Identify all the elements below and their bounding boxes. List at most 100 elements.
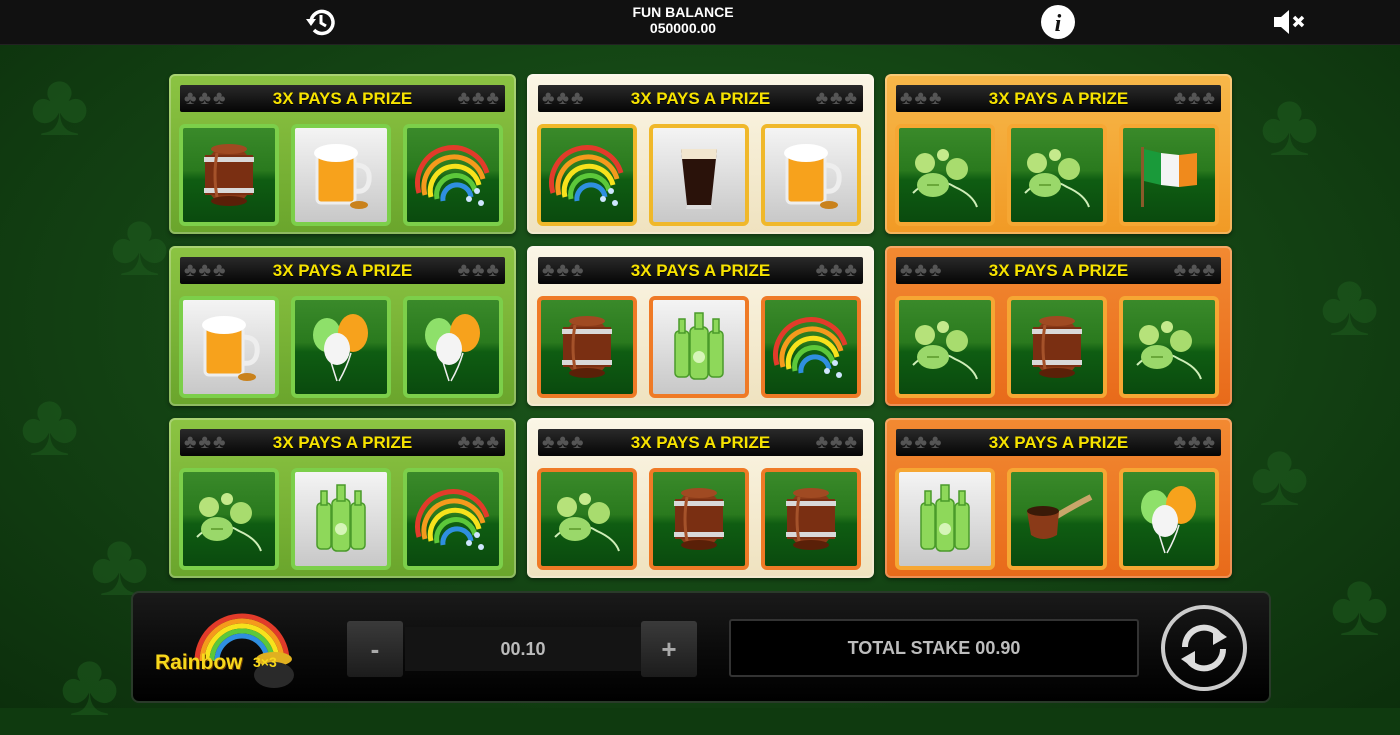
- logo-text: Rainbow: [155, 651, 243, 674]
- mute-icon[interactable]: [1272, 4, 1308, 40]
- pipe-icon: [1027, 494, 1093, 539]
- ticket-banner: ♣♣♣ 3X PAYS A PRIZE ♣♣♣: [896, 257, 1221, 284]
- symbol-cell[interactable]: [649, 296, 749, 398]
- symbol-cell[interactable]: [1119, 124, 1219, 226]
- symbol-cell[interactable]: [537, 468, 637, 570]
- flag-icon: [1141, 147, 1197, 207]
- symbol-cell[interactable]: [761, 124, 861, 226]
- spin-icon: [1181, 624, 1227, 672]
- symbol-cell[interactable]: [291, 296, 391, 398]
- ticket-banner-text: 3X PAYS A PRIZE: [630, 432, 771, 452]
- control-panel: Rainbow 3×3 - 00.10 + TOTAL STAKE 00.90: [131, 591, 1271, 703]
- scratch-ticket[interactable]: ♣♣♣ 3X PAYS A PRIZE ♣♣♣: [169, 246, 516, 406]
- symbol-cell[interactable]: [895, 296, 995, 398]
- clover-decoration: ♣: [1330, 555, 1390, 655]
- history-icon[interactable]: [303, 4, 339, 40]
- symbol-cell[interactable]: [895, 124, 995, 226]
- balloons-icon: [313, 314, 368, 382]
- symbol-cell[interactable]: [761, 468, 861, 570]
- symbol-row: [179, 296, 503, 398]
- symbol-row: [179, 468, 503, 570]
- symbol-row: [895, 124, 1219, 226]
- logo-suffix: 3×3: [253, 654, 277, 670]
- ticket-banner-text: 3X PAYS A PRIZE: [988, 260, 1129, 280]
- bottles-icon: [316, 484, 366, 552]
- symbol-row: [537, 124, 861, 226]
- symbol-cell[interactable]: [1119, 468, 1219, 570]
- balloons-icon: [425, 314, 480, 382]
- clover-decoration: ♣: [20, 375, 80, 475]
- clover-icon: ♣♣♣: [900, 431, 944, 453]
- rainbow-icon: [549, 145, 624, 206]
- play-button[interactable]: [1161, 605, 1247, 691]
- rainbow-icon: [415, 145, 490, 206]
- ticket-banner: ♣♣♣ 3X PAYS A PRIZE ♣♣♣: [896, 429, 1221, 456]
- symbol-cell[interactable]: [1119, 296, 1219, 398]
- top-bar: FUN BALANCE 050000.00 i: [0, 0, 1400, 45]
- symbol-cell[interactable]: [537, 296, 637, 398]
- symbol-cell[interactable]: [1007, 124, 1107, 226]
- clover-decoration: ♣: [60, 635, 120, 735]
- info-icon[interactable]: i: [1040, 4, 1076, 40]
- ticket-banner: ♣♣♣ 3X PAYS A PRIZE ♣♣♣: [538, 85, 863, 112]
- rainbow-icon: [773, 317, 848, 378]
- clover-icon: ♣♣♣: [184, 87, 228, 109]
- barrel-icon: [1032, 316, 1082, 378]
- ticket-banner-text: 3X PAYS A PRIZE: [630, 88, 771, 108]
- clover-icon: ♣♣♣: [184, 431, 228, 453]
- symbol-row: [537, 468, 861, 570]
- clover-icon: ♣♣♣: [542, 87, 586, 109]
- symbol-cell[interactable]: [179, 296, 279, 398]
- barrel-icon: [674, 488, 724, 550]
- clover-icon: ♣♣♣: [542, 431, 586, 453]
- symbol-cell[interactable]: [1007, 296, 1107, 398]
- scratch-ticket[interactable]: ♣♣♣ 3X PAYS A PRIZE ♣♣♣: [169, 418, 516, 578]
- symbol-cell[interactable]: [403, 296, 503, 398]
- ticket-banner: ♣♣♣ 3X PAYS A PRIZE ♣♣♣: [538, 429, 863, 456]
- scratch-ticket[interactable]: ♣♣♣ 3X PAYS A PRIZE ♣♣♣: [885, 74, 1232, 234]
- scratch-ticket[interactable]: ♣♣♣ 3X PAYS A PRIZE ♣♣♣: [527, 246, 874, 406]
- symbol-cell[interactable]: [537, 124, 637, 226]
- ticket-grid: ♣♣♣ 3X PAYS A PRIZE ♣♣♣ ♣♣♣ 3X PAYS A PRIZE ♣…: [169, 74, 1233, 580]
- hops-icon: [1024, 149, 1090, 208]
- clover-icon: ♣♣♣: [457, 87, 501, 109]
- symbol-cell[interactable]: [895, 468, 995, 570]
- symbol-cell[interactable]: [403, 124, 503, 226]
- symbol-cell[interactable]: [291, 124, 391, 226]
- increase-stake-button[interactable]: +: [641, 621, 697, 677]
- scratch-ticket[interactable]: ♣♣♣ 3X PAYS A PRIZE ♣♣♣: [527, 418, 874, 578]
- symbol-cell[interactable]: [1007, 468, 1107, 570]
- scratch-ticket[interactable]: ♣♣♣ 3X PAYS A PRIZE ♣♣♣: [885, 246, 1232, 406]
- clover-decoration: ♣: [1250, 425, 1310, 525]
- balance-value: 050000.00: [649, 20, 717, 36]
- decrease-stake-button[interactable]: -: [347, 621, 403, 677]
- ticket-banner-text: 3X PAYS A PRIZE: [272, 432, 413, 452]
- clover-icon: ♣♣♣: [815, 431, 859, 453]
- clover-icon: ♣♣♣: [900, 87, 944, 109]
- svg-text:i: i: [1055, 11, 1062, 37]
- total-stake: TOTAL STAKE 00.90: [729, 619, 1139, 677]
- beer-icon: [314, 144, 372, 209]
- ticket-banner: ♣♣♣ 3X PAYS A PRIZE ♣♣♣: [180, 85, 505, 112]
- clover-icon: ♣♣♣: [900, 259, 944, 281]
- scratch-ticket[interactable]: ♣♣♣ 3X PAYS A PRIZE ♣♣♣: [885, 418, 1232, 578]
- game-logo: Rainbow 3×3: [155, 613, 300, 689]
- symbol-cell[interactable]: [649, 124, 749, 226]
- scratch-ticket[interactable]: ♣♣♣ 3X PAYS A PRIZE ♣♣♣: [169, 74, 516, 234]
- symbol-row: [895, 468, 1219, 570]
- ticket-banner-text: 3X PAYS A PRIZE: [988, 432, 1129, 452]
- scratch-ticket[interactable]: ♣♣♣ 3X PAYS A PRIZE ♣♣♣: [527, 74, 874, 234]
- symbol-row: [179, 124, 503, 226]
- clover-decoration: ♣: [110, 195, 170, 295]
- clover-icon: ♣♣♣: [457, 259, 501, 281]
- symbol-cell[interactable]: [403, 468, 503, 570]
- ticket-banner: ♣♣♣ 3X PAYS A PRIZE ♣♣♣: [896, 85, 1221, 112]
- hops-icon: [196, 493, 262, 552]
- symbol-cell[interactable]: [291, 468, 391, 570]
- ticket-banner-text: 3X PAYS A PRIZE: [272, 260, 413, 280]
- symbol-row: [895, 296, 1219, 398]
- symbol-cell[interactable]: [649, 468, 749, 570]
- symbol-cell[interactable]: [179, 468, 279, 570]
- symbol-cell[interactable]: [761, 296, 861, 398]
- symbol-cell[interactable]: [179, 124, 279, 226]
